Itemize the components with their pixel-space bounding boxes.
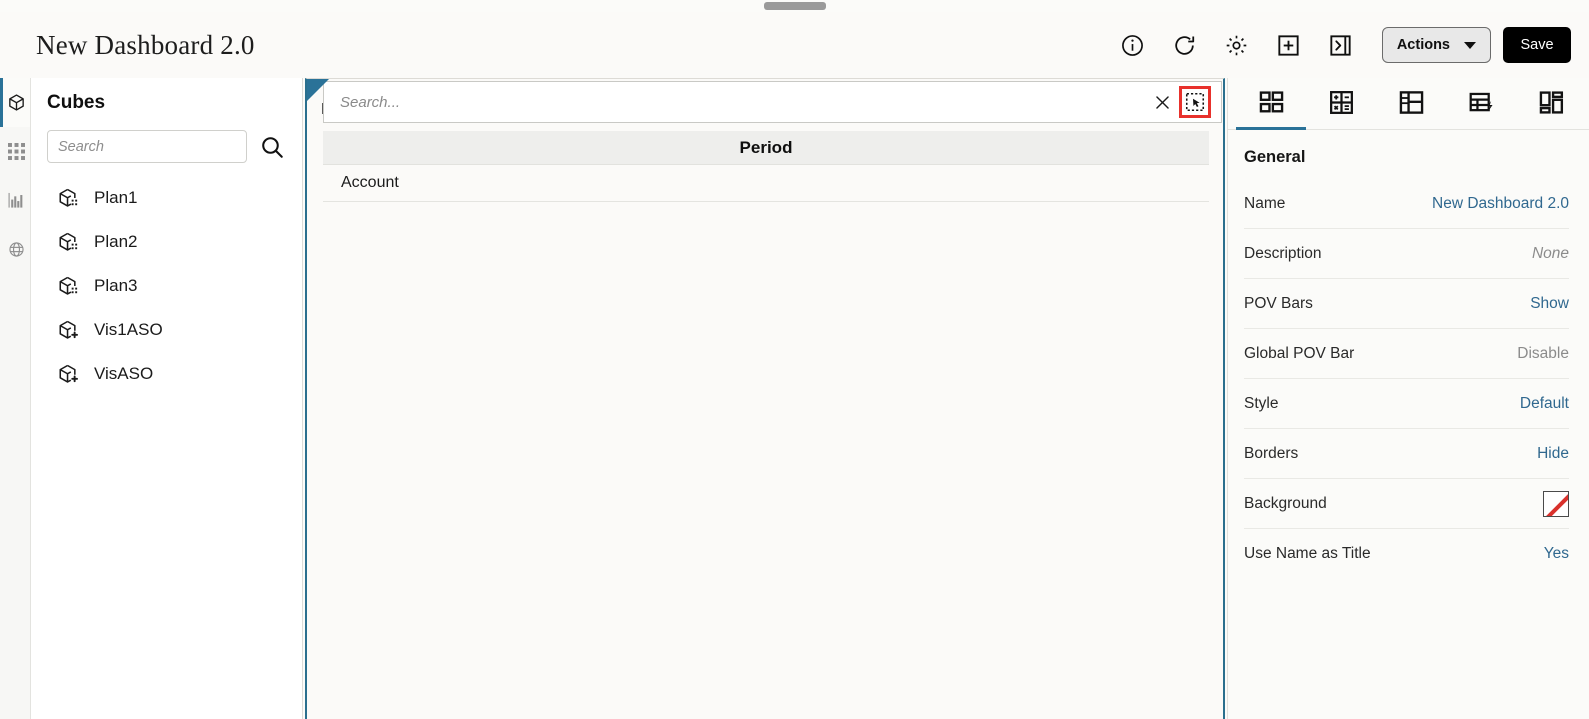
cube-grid-icon bbox=[57, 231, 80, 254]
data-grid: Period Account bbox=[323, 131, 1209, 719]
property-value-global-pov-bar: Disable bbox=[1517, 344, 1569, 362]
app-header: New Dashboard 2.0 Actions Save bbox=[0, 12, 1589, 78]
property-label: Use Name as Title bbox=[1244, 545, 1371, 562]
table-row[interactable]: Account bbox=[323, 165, 1209, 202]
list-item-label: Vis1ASO bbox=[94, 320, 163, 339]
cubes-panel: Cubes Search Plan1 Plan2 Plan3 Vis1ASO V… bbox=[31, 78, 303, 719]
cube-grid-icon bbox=[57, 275, 80, 298]
rail-item-charts[interactable] bbox=[0, 176, 30, 225]
app-body: Cubes Search Plan1 Plan2 Plan3 Vis1ASO V… bbox=[0, 78, 1589, 719]
save-button[interactable]: Save bbox=[1503, 27, 1571, 63]
calculator-icon bbox=[1328, 89, 1355, 116]
cube-grid-icon bbox=[57, 187, 80, 210]
property-row-global-pov-bar: Global POV Bar Disable bbox=[1244, 329, 1569, 379]
property-label: Borders bbox=[1244, 444, 1299, 462]
list-item[interactable]: Plan1 bbox=[31, 176, 302, 220]
rail-item-cubes[interactable] bbox=[0, 78, 30, 127]
panel-layout-icon bbox=[1398, 89, 1425, 116]
close-icon[interactable] bbox=[1151, 91, 1173, 113]
properties-section-title: General bbox=[1244, 148, 1306, 166]
property-value-pov-bars[interactable]: Show bbox=[1530, 295, 1569, 313]
property-value-description[interactable]: None bbox=[1532, 245, 1569, 263]
actions-button[interactable]: Actions bbox=[1381, 27, 1491, 63]
cube-plus-icon bbox=[57, 363, 80, 386]
content-search-input[interactable] bbox=[338, 92, 1151, 112]
cubes-panel-title: Cubes bbox=[47, 92, 106, 113]
grid-icon bbox=[8, 143, 25, 160]
cubes-search-row bbox=[31, 114, 302, 163]
left-icon-rail bbox=[0, 78, 31, 719]
property-value-style[interactable]: Default bbox=[1520, 395, 1569, 413]
tab-actions[interactable] bbox=[1446, 78, 1516, 130]
properties-tab-bar bbox=[1228, 78, 1589, 130]
property-label: Name bbox=[1244, 194, 1286, 212]
grid-row-header: Account bbox=[341, 174, 399, 191]
blocks-split-icon bbox=[1538, 89, 1565, 116]
list-item-label: VisASO bbox=[94, 364, 154, 383]
list-item-label: Plan2 bbox=[94, 232, 138, 251]
grid-column-header: Period bbox=[739, 137, 793, 157]
tab-general[interactable] bbox=[1236, 78, 1306, 130]
tab-layout[interactable] bbox=[1376, 78, 1446, 130]
globe-icon bbox=[8, 241, 25, 258]
app-window: New Dashboard 2.0 Actions Save Cubes Sea… bbox=[0, 0, 1589, 719]
selection-marker bbox=[307, 79, 329, 101]
property-row-name: Name New Dashboard 2.0 bbox=[1244, 179, 1569, 229]
list-item-label: Plan1 bbox=[94, 188, 138, 207]
header-icon-group bbox=[1120, 32, 1354, 58]
properties-panel: General Name New Dashboard 2.0 Descripti… bbox=[1227, 78, 1589, 719]
properties-list: Name New Dashboard 2.0 Description None … bbox=[1228, 179, 1589, 579]
marquee-select-highlight bbox=[1179, 86, 1211, 118]
list-item[interactable]: Plan3 bbox=[31, 264, 302, 308]
rail-item-external[interactable] bbox=[0, 225, 30, 274]
marquee-select-icon[interactable] bbox=[1183, 90, 1207, 114]
page-title: New Dashboard 2.0 bbox=[36, 29, 255, 60]
grid-column-header-row[interactable]: Period bbox=[323, 131, 1209, 165]
cube-plus-icon bbox=[57, 319, 80, 342]
list-item-label: Plan3 bbox=[94, 276, 138, 295]
property-row-use-name-as-title: Use Name as Title Yes bbox=[1244, 529, 1569, 579]
cubes-search-input[interactable] bbox=[47, 130, 247, 163]
property-value-name[interactable]: New Dashboard 2.0 bbox=[1432, 195, 1569, 213]
property-label: Description bbox=[1244, 244, 1322, 262]
actions-button-label: Actions bbox=[1396, 37, 1450, 53]
property-label: Style bbox=[1244, 394, 1279, 412]
refresh-icon[interactable] bbox=[1172, 32, 1198, 58]
list-item[interactable]: VisASO bbox=[31, 352, 302, 396]
tab-more[interactable] bbox=[1516, 78, 1586, 130]
property-row-description: Description None bbox=[1244, 229, 1569, 279]
dashboard-object-panel[interactable]: FY22 Plan Working Resources No Product bbox=[305, 78, 1225, 719]
gear-icon[interactable] bbox=[1224, 32, 1250, 58]
cubes-list: Plan1 Plan2 Plan3 Vis1ASO VisASO bbox=[31, 176, 302, 396]
property-label: POV Bars bbox=[1244, 294, 1313, 312]
window-drag-handle[interactable] bbox=[763, 2, 826, 10]
dashboard-canvas: FY22 Plan Working Resources No Product bbox=[303, 78, 1227, 719]
property-row-borders: Borders Hide bbox=[1244, 429, 1569, 479]
add-icon[interactable] bbox=[1276, 32, 1302, 58]
chevron-down-icon bbox=[1464, 41, 1476, 49]
tab-calculation[interactable] bbox=[1306, 78, 1376, 130]
expand-panel-icon[interactable] bbox=[1328, 32, 1354, 58]
info-icon[interactable] bbox=[1120, 32, 1146, 58]
property-row-background: Background bbox=[1244, 479, 1569, 529]
cube-icon bbox=[7, 93, 26, 112]
chart-icon bbox=[8, 192, 25, 209]
background-color-swatch[interactable] bbox=[1543, 490, 1569, 517]
rail-item-grids[interactable] bbox=[0, 127, 30, 176]
table-lightning-icon bbox=[1468, 89, 1495, 116]
property-label: Background bbox=[1244, 494, 1327, 512]
list-item[interactable]: Plan2 bbox=[31, 220, 302, 264]
property-row-pov-bars: POV Bars Show bbox=[1244, 279, 1569, 329]
property-label: Global POV Bar bbox=[1244, 344, 1355, 362]
property-value-borders[interactable]: Hide bbox=[1537, 445, 1569, 463]
content-search-bar bbox=[323, 81, 1222, 123]
property-row-style: Style Default bbox=[1244, 379, 1569, 429]
list-item[interactable]: Vis1ASO bbox=[31, 308, 302, 352]
property-value-use-name-as-title[interactable]: Yes bbox=[1544, 545, 1569, 563]
layout-blocks-icon bbox=[1258, 89, 1285, 116]
magnifier-icon[interactable] bbox=[259, 134, 285, 160]
